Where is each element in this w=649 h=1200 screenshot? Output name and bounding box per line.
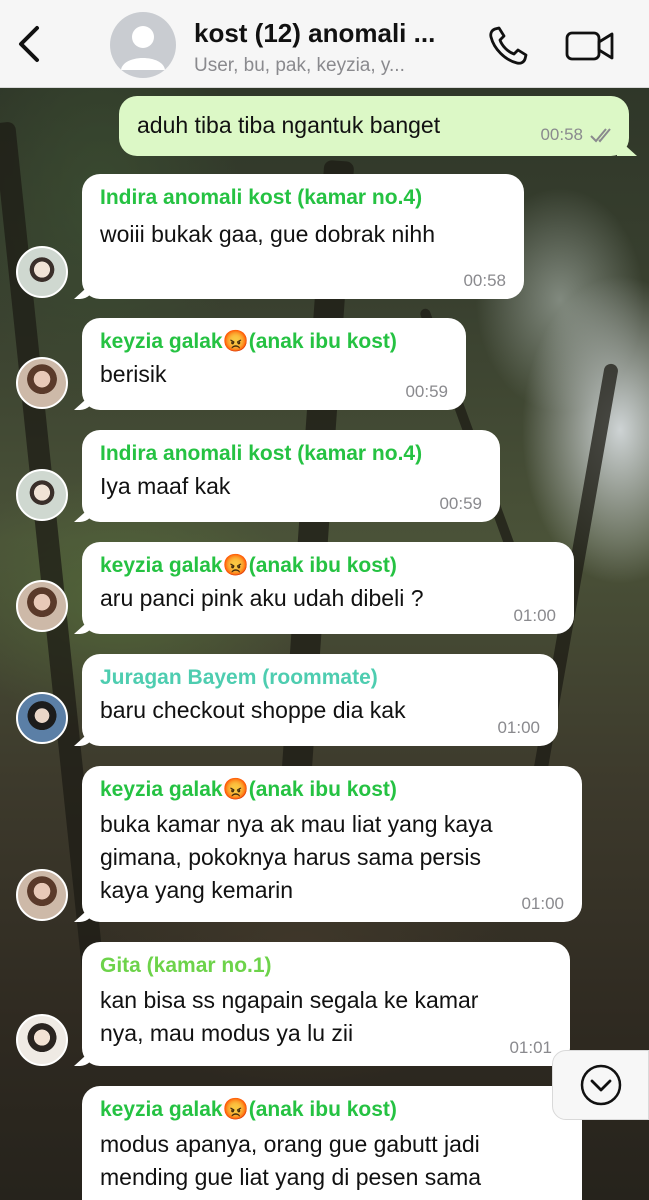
outgoing-message[interactable]: aduh tiba tiba ngantuk banget 00:58: [119, 96, 637, 156]
incoming-message[interactable]: Gita (kamar no.1) kan bisa ss ngapain se…: [74, 942, 570, 1066]
message-time: 01:00: [513, 606, 556, 625]
avatar[interactable]: [16, 1014, 68, 1066]
sender-name[interactable]: keyzia galak😡(anak ibu kost): [100, 552, 556, 580]
scroll-to-bottom-button[interactable]: [552, 1050, 649, 1120]
chat-members[interactable]: User, bu, pak, keyzia, y...: [194, 55, 484, 77]
avatar[interactable]: [16, 869, 68, 921]
person-silhouette-icon: [121, 26, 165, 70]
double-check-icon: [590, 128, 611, 143]
group-avatar[interactable]: [110, 12, 176, 78]
video-call-button[interactable]: [564, 26, 616, 66]
message-time: 00:58: [540, 125, 583, 144]
message-text: modus apanya, orang gue gabutt jadi: [100, 1131, 480, 1157]
avatar[interactable]: [16, 580, 68, 632]
message-text: aru panci pink aku udah dibeli ?: [100, 585, 424, 611]
avatar[interactable]: [16, 469, 68, 521]
incoming-message[interactable]: keyzia galak😡(anak ibu kost) aru panci p…: [74, 542, 574, 634]
message-text: buka kamar nya ak mau liat yang kaya: [100, 811, 493, 837]
incoming-message[interactable]: Indira anomali kost (kamar no.4) woiii b…: [74, 174, 524, 299]
message-text: woiii bukak gaa, gue dobrak nihh: [100, 221, 436, 247]
phone-icon: [489, 26, 528, 65]
message-text: berisik: [100, 361, 167, 387]
sender-name[interactable]: Juragan Bayem (roommate): [100, 664, 540, 692]
message-text: mending gue liat yang di pesen sama: [100, 1164, 482, 1190]
sender-name[interactable]: Indira anomali kost (kamar no.4): [100, 184, 506, 212]
message-time: 01:00: [521, 894, 564, 913]
video-camera-icon: [565, 31, 614, 61]
incoming-message[interactable]: keyzia galak😡(anak ibu kost) buka kamar …: [74, 766, 582, 922]
avatar[interactable]: [16, 357, 68, 409]
message-text: nya, mau modus ya lu zii: [100, 1020, 354, 1046]
voice-call-button[interactable]: [486, 24, 530, 68]
back-button[interactable]: [12, 22, 46, 66]
sender-name[interactable]: Indira anomali kost (kamar no.4): [100, 440, 482, 468]
chevron-left-icon: [19, 26, 39, 62]
message-time: 01:00: [497, 718, 540, 737]
avatar[interactable]: [16, 692, 68, 744]
message-text: kaya yang kemarin: [100, 877, 294, 903]
message-time: 00:59: [439, 494, 482, 513]
avatar[interactable]: [16, 246, 68, 298]
message-text: Iya maaf kak: [100, 473, 231, 499]
incoming-message[interactable]: keyzia galak😡(anak ibu kost) berisik 00:…: [74, 318, 466, 410]
message-time: 01:01: [509, 1038, 552, 1057]
message-text: baru checkout shoppe dia kak: [100, 697, 406, 723]
chat-header: kost (12) anomali ... User, bu, pak, key…: [0, 0, 649, 88]
chat-title[interactable]: kost (12) anomali ...: [194, 18, 484, 49]
incoming-message[interactable]: Juragan Bayem (roommate) baru checkout s…: [74, 654, 558, 746]
sender-name[interactable]: keyzia galak😡(anak ibu kost): [100, 1096, 564, 1124]
message-time: 00:59: [405, 382, 448, 401]
message-text: kan bisa ss ngapain segala ke kamar: [100, 987, 479, 1013]
sender-name[interactable]: Gita (kamar no.1): [100, 952, 552, 980]
incoming-message[interactable]: keyzia galak😡(anak ibu kost) modus apany…: [82, 1086, 582, 1200]
sender-name[interactable]: keyzia galak😡(anak ibu kost): [100, 328, 448, 356]
chevron-down-circle-icon: [580, 1064, 621, 1106]
sender-name[interactable]: keyzia galak😡(anak ibu kost): [100, 776, 564, 804]
message-text: gimana, pokoknya harus sama persis: [100, 844, 481, 870]
incoming-message[interactable]: Indira anomali kost (kamar no.4) Iya maa…: [74, 430, 500, 522]
message-time: 00:58: [463, 271, 506, 290]
